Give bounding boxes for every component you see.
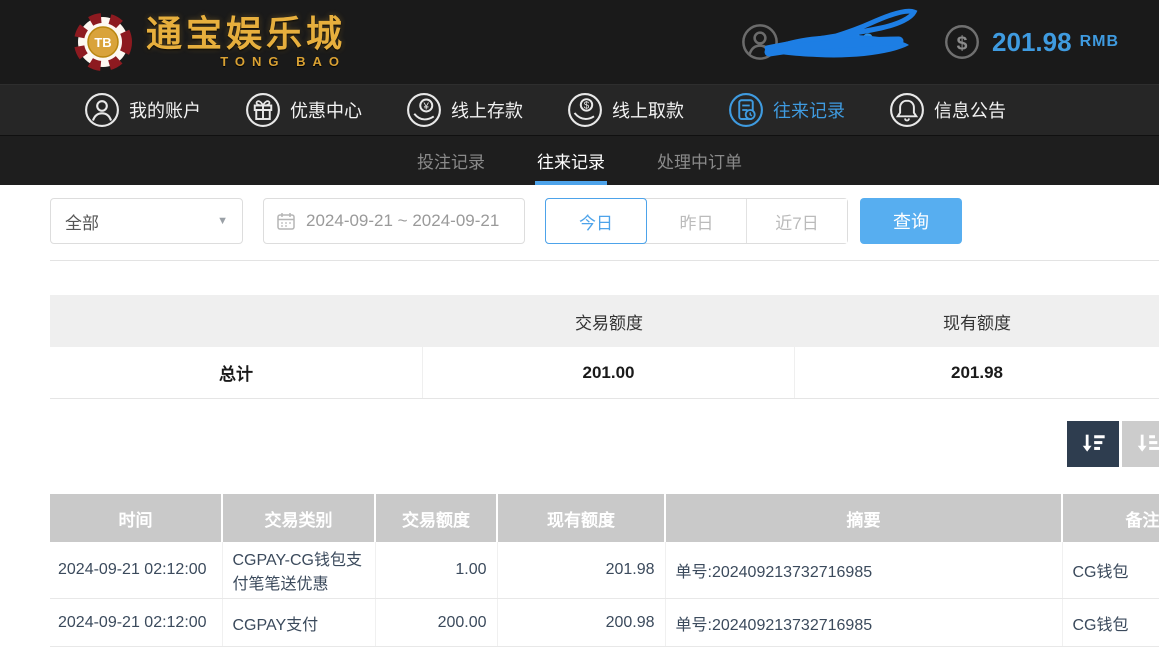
sort-ascending-button[interactable]: [1122, 421, 1159, 467]
summary-header-balance: 现有额度: [795, 295, 1159, 347]
records-table: 时间 交易类别 交易额度 现有额度 摘要 备注 2024-09-21 02:12…: [50, 494, 1159, 647]
quick-range-group: 今日 昨日 近7日: [545, 198, 848, 244]
summary-total-label: 总计: [50, 347, 423, 398]
cell-time: 2024-09-21 02:12:00: [50, 599, 222, 647]
username-visible-fragment: 590: [837, 29, 874, 55]
records-icon: [728, 92, 764, 128]
cell-amount: 200.00: [375, 599, 497, 647]
withdrawal-icon: $: [567, 92, 603, 128]
nav-label: 信息公告: [934, 97, 1006, 123]
cell-time: 2024-09-21 02:12:00: [50, 542, 222, 599]
tab-betting-records[interactable]: 投注记录: [415, 136, 487, 185]
user-avatar-icon: [741, 23, 779, 61]
user-account-box[interactable]: 590: [741, 14, 874, 70]
nav-item-announcements[interactable]: 信息公告: [889, 92, 1006, 128]
logo-text: 通宝娱乐城 TONG BAO: [146, 16, 346, 69]
wallet-balance[interactable]: $ 201.98 RMB: [944, 24, 1119, 60]
calendar-icon: [276, 211, 296, 231]
section-divider: [50, 260, 1159, 261]
cell-note: CG钱包: [1062, 542, 1159, 599]
col-header-amount[interactable]: 交易额度: [375, 494, 497, 542]
balance-amount: 201.98: [992, 27, 1072, 58]
quick-range-yesterday[interactable]: 昨日: [647, 199, 747, 243]
transaction-records-page: TB 通宝娱乐城 TONG BAO 590: [0, 0, 1159, 655]
nav-label: 线上取款: [612, 97, 684, 123]
svg-text:$: $: [584, 101, 590, 112]
col-header-balance[interactable]: 现有额度: [497, 494, 665, 542]
balance-currency: RMB: [1080, 33, 1119, 51]
header-right: 590 $ 201.98 RMB: [741, 14, 1119, 70]
logo-subtitle: TONG BAO: [220, 54, 346, 69]
nav-label: 优惠中心: [290, 97, 362, 123]
poker-chip-logo-icon: TB: [74, 13, 132, 71]
col-header-time[interactable]: 时间: [50, 494, 222, 542]
dollar-coin-icon: $: [944, 24, 980, 60]
cell-balance: 200.98: [497, 599, 665, 647]
sort-descending-button[interactable]: [1067, 421, 1119, 467]
tab-label: 投注记录: [417, 148, 485, 173]
tab-pending-orders[interactable]: 处理中订单: [655, 136, 744, 185]
date-range-input[interactable]: 2024-09-21 ~ 2024-09-21: [263, 198, 525, 244]
cell-type: CGPAY支付: [222, 599, 375, 647]
tab-label: 处理中订单: [657, 148, 742, 173]
cell-amount: 1.00: [375, 542, 497, 599]
sort-controls: [0, 421, 1159, 467]
nav-label: 往来记录: [773, 97, 845, 123]
filter-toolbar: 全部 ▼ 2024-09-21 ~ 2024-09-21 今日 昨日 近7日: [50, 198, 1159, 244]
svg-text:$: $: [957, 33, 968, 55]
summary-table: 交易额度 现有额度 总计 201.00 201.98: [50, 295, 1159, 399]
cell-balance: 201.98: [497, 542, 665, 599]
chevron-down-icon: ▼: [217, 215, 228, 227]
col-header-type[interactable]: 交易类别: [222, 494, 375, 542]
nav-item-promotions[interactable]: 优惠中心: [245, 92, 362, 128]
quick-range-7days[interactable]: 近7日: [747, 199, 847, 243]
col-header-note[interactable]: 备注: [1062, 494, 1159, 542]
account-icon: [84, 92, 120, 128]
logo-title: 通宝娱乐城: [146, 16, 346, 52]
date-range-value: 2024-09-21 ~ 2024-09-21: [306, 211, 499, 231]
nav-item-transaction-records[interactable]: 往来记录: [728, 92, 845, 128]
nav-item-my-account[interactable]: 我的账户: [84, 92, 201, 128]
col-header-summary[interactable]: 摘要: [665, 494, 1062, 542]
type-select[interactable]: 全部 ▼: [50, 198, 243, 244]
summary-header-empty: [50, 295, 423, 347]
bell-icon: [889, 92, 925, 128]
type-select-value: 全部: [65, 209, 99, 234]
nav-label: 我的账户: [129, 97, 201, 123]
svg-text:¥: ¥: [423, 101, 430, 112]
tab-label: 往来记录: [537, 148, 605, 173]
quick-range-label: 昨日: [680, 209, 714, 234]
record-subtabs: 投注记录 往来记录 处理中订单: [0, 135, 1159, 185]
svg-text:TB: TB: [94, 35, 111, 50]
summary-trade-total: 201.00: [423, 347, 795, 398]
cell-type: CGPAY-CG钱包支付笔笔送优惠: [222, 542, 375, 599]
deposit-icon: ¥: [406, 92, 442, 128]
summary-total-row: 总计 201.00 201.98: [50, 347, 1159, 399]
cell-note: CG钱包: [1062, 599, 1159, 647]
quick-range-today[interactable]: 今日: [545, 198, 647, 244]
summary-header-row: 交易额度 现有额度: [50, 295, 1159, 347]
top-header: TB 通宝娱乐城 TONG BAO 590: [0, 0, 1159, 84]
records-header-row: 时间 交易类别 交易额度 现有额度 摘要 备注: [50, 494, 1159, 542]
summary-header-trade: 交易额度: [423, 295, 795, 347]
site-logo[interactable]: TB 通宝娱乐城 TONG BAO: [74, 13, 346, 71]
gift-icon: [245, 92, 281, 128]
nav-item-online-withdrawal[interactable]: $ 线上取款: [567, 92, 684, 128]
sort-ascending-icon: [1134, 430, 1159, 458]
tab-transaction-records[interactable]: 往来记录: [535, 136, 607, 185]
summary-balance-total: 201.98: [795, 347, 1159, 398]
nav-label: 线上存款: [451, 97, 523, 123]
quick-range-label: 今日: [579, 209, 613, 234]
main-navigation: 我的账户 优惠中心 ¥ 线上存款: [0, 84, 1159, 135]
cell-summary: 单号:202409213732716985: [665, 599, 1062, 647]
table-row: 2024-09-21 02:12:00 CGPAY支付 200.00 200.9…: [50, 599, 1159, 647]
nav-item-online-deposit[interactable]: ¥ 线上存款: [406, 92, 523, 128]
cell-summary: 单号:202409213732716985: [665, 542, 1062, 599]
active-tab-underline: [535, 181, 607, 185]
quick-range-label: 近7日: [775, 209, 818, 234]
table-row: 2024-09-21 02:12:00 CGPAY-CG钱包支付笔笔送优惠 1.…: [50, 542, 1159, 599]
search-button[interactable]: 查询: [860, 198, 962, 244]
sort-descending-icon: [1079, 430, 1107, 458]
